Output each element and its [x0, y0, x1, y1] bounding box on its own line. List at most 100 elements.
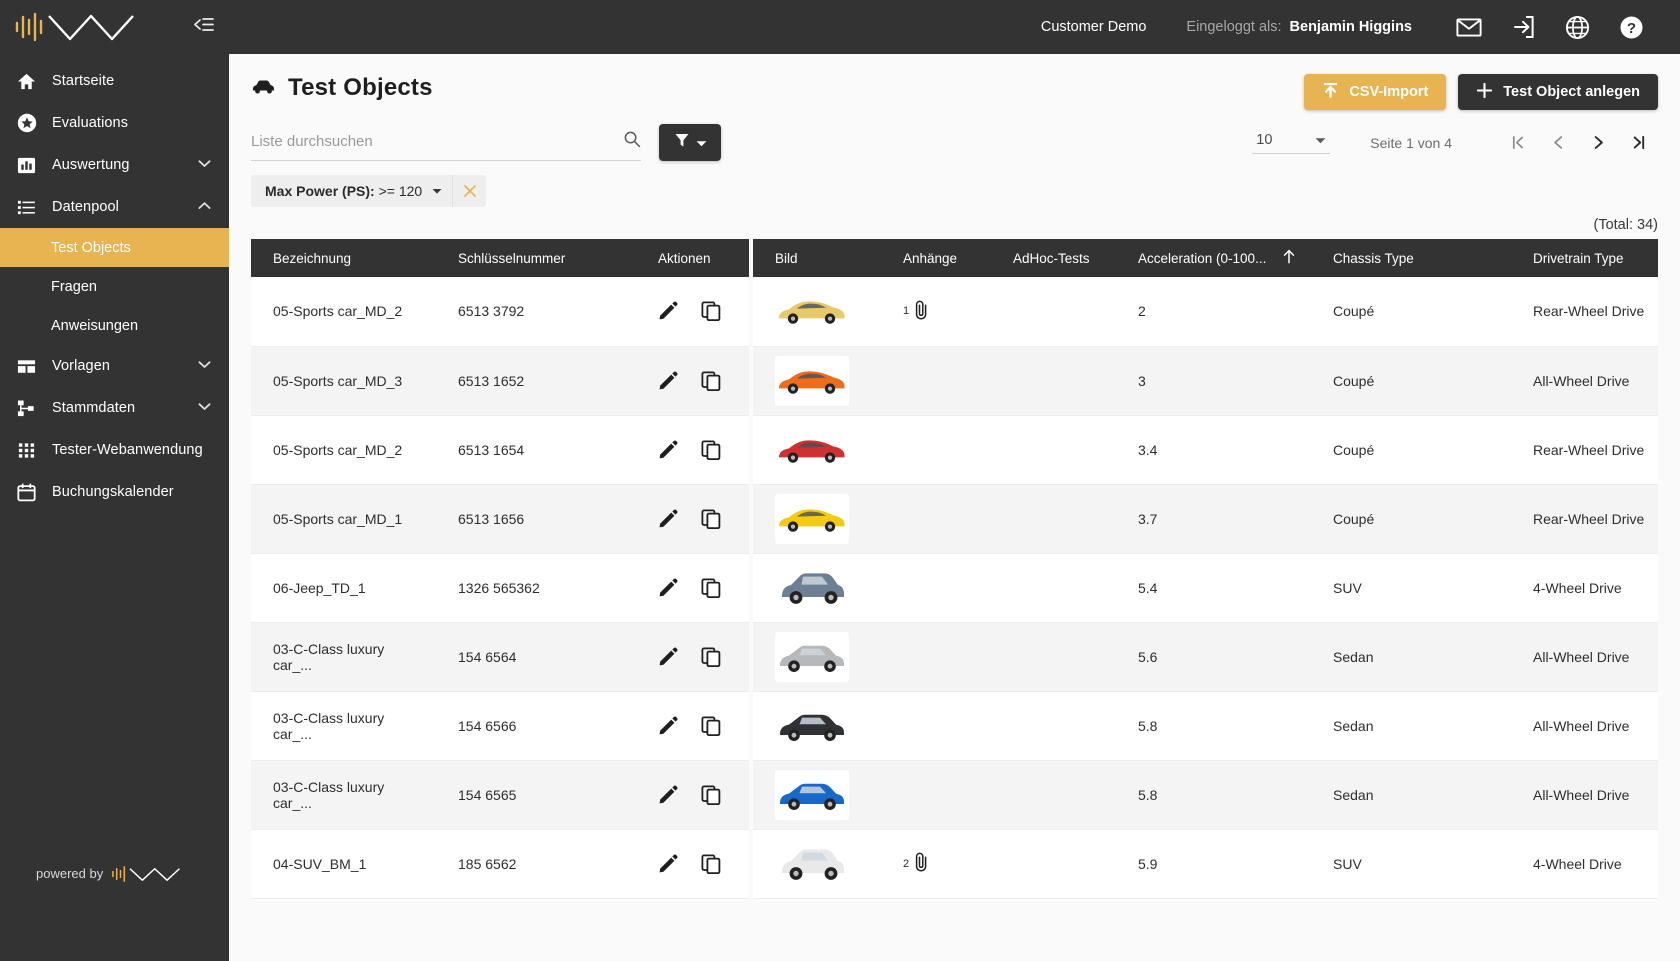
table-row[interactable]: 05-Sports car_MD_2 6513 1654 3.4 Coupé Rear-…	[251, 415, 1658, 485]
column-header-adhoc-tests: AdHoc-Tests	[991, 239, 1116, 277]
column-label: Bezeichnung	[273, 250, 352, 266]
sidebar-item-datenpool[interactable]: Datenpool	[0, 186, 229, 228]
main-content: Customer Demo Eingeloggt als: Benjamin H…	[229, 0, 1680, 961]
csv-import-button[interactable]: CSV-Import	[1304, 74, 1447, 110]
cell-schluesselnummer: 6513 1656	[436, 484, 636, 554]
mail-icon[interactable]	[1442, 0, 1496, 54]
chevron-down-icon	[198, 402, 211, 414]
edit-pencil-icon[interactable]	[658, 715, 678, 736]
cell-acceleration: 3.4	[1116, 415, 1311, 485]
table-row[interactable]: 05-Sports car_MD_2 6513 3792 1 2 Coupé Rear-W…	[251, 277, 1658, 347]
sidebar-item-fragen[interactable]: Fragen	[0, 267, 229, 306]
sidebar-item-auswertung[interactable]: Auswertung	[0, 144, 229, 186]
edit-pencil-icon[interactable]	[658, 508, 678, 529]
cell-aktionen	[636, 829, 751, 899]
copy-icon[interactable]	[701, 439, 721, 460]
sidebar-item-test-objects[interactable]: Test Objects	[0, 228, 229, 267]
cell-drivetrain-type: All-Wheel Drive	[1511, 760, 1658, 830]
remove-filter-button[interactable]	[452, 175, 486, 207]
table-row[interactable]: 03-C-Class luxury car_... 154 6566 5.8 Seda…	[251, 691, 1658, 761]
column-header-bezeichnung[interactable]: Bezeichnung	[251, 239, 436, 277]
bar-chart-icon	[16, 156, 37, 175]
copy-icon[interactable]	[701, 784, 721, 805]
cell-adhoc-tests	[991, 622, 1116, 692]
sidebar-item-startseite[interactable]: Startseite	[0, 60, 229, 102]
collapse-panel-icon[interactable]	[192, 15, 215, 39]
copy-icon[interactable]	[701, 577, 721, 598]
edit-pencil-icon[interactable]	[658, 439, 678, 460]
toolbar-left	[251, 124, 721, 161]
cell-chassis-type: SUV	[1311, 553, 1511, 623]
table-row[interactable]: 05-Sports car_MD_3 6513 1652 3 Coupé All-Whe…	[251, 346, 1658, 416]
copy-icon[interactable]	[701, 646, 721, 667]
sidebar-item-label: Stammdaten	[52, 400, 136, 416]
chevron-down-icon[interactable]	[430, 186, 452, 197]
test-objects-table: Bezeichnung Schlüsselnummer Aktionen Bil…	[229, 239, 1680, 961]
page-header: Test Objects CSV-Import Test Object anle…	[229, 54, 1680, 110]
copy-icon[interactable]	[701, 301, 721, 322]
edit-pencil-icon[interactable]	[658, 646, 678, 667]
column-header-aktionen: Aktionen	[636, 239, 751, 277]
powered-by-logo	[112, 866, 181, 882]
create-test-object-button[interactable]: Test Object anlegen	[1458, 74, 1658, 110]
prev-page-button[interactable]	[1538, 125, 1578, 161]
globe-icon[interactable]	[1550, 0, 1604, 54]
cell-adhoc-tests	[991, 553, 1116, 623]
cell-bild	[749, 484, 881, 554]
vehicle-thumbnail	[775, 355, 849, 406]
cell-acceleration: 5.9	[1116, 829, 1311, 899]
copy-icon[interactable]	[701, 370, 721, 391]
sidebar-item-buchungskalender[interactable]: Buchungskalender	[0, 471, 229, 513]
edit-pencil-icon[interactable]	[658, 577, 678, 598]
sidebar-item-evaluations[interactable]: Evaluations	[0, 102, 229, 144]
copy-icon[interactable]	[701, 853, 721, 874]
search-icon[interactable]	[623, 130, 641, 153]
next-page-button[interactable]	[1578, 125, 1618, 161]
cell-drivetrain-type: 4-Wheel Drive	[1511, 553, 1658, 623]
column-label: AdHoc-Tests	[1013, 250, 1090, 266]
search-input[interactable]	[251, 133, 623, 150]
table-row[interactable]: 06-Jeep_TD_1 1326 565362 5.4 SUV 4-Wheel Dri…	[251, 553, 1658, 623]
table-row[interactable]: 03-C-Class luxury car_... 154 6565 5.8 Seda…	[251, 760, 1658, 830]
first-page-button[interactable]	[1498, 125, 1538, 161]
list-icon	[16, 198, 37, 217]
column-header-drivetrain-type[interactable]: Drivetrain Type	[1511, 239, 1658, 277]
table-row[interactable]: 04-SUV_BM_1 185 6562 2 5.9 SUV 4-Wheel Drive	[251, 829, 1658, 899]
sidebar-nav: Startseite Evaluations Auswertung Datenp…	[0, 60, 229, 513]
search-field[interactable]	[251, 130, 641, 161]
cell-drivetrain-type: Rear-Wheel Drive	[1511, 484, 1658, 554]
edit-pencil-icon[interactable]	[658, 853, 678, 874]
edit-pencil-icon[interactable]	[658, 784, 678, 805]
sidebar-item-anweisungen[interactable]: Anweisungen	[0, 306, 229, 345]
logout-icon[interactable]	[1496, 0, 1550, 54]
cell-anhaenge: 1	[881, 277, 991, 347]
page-size-value: 10	[1256, 131, 1273, 148]
logged-in-label: Eingeloggt als:	[1186, 19, 1282, 35]
chevron-down-icon	[1315, 132, 1326, 148]
help-icon[interactable]: ?	[1604, 0, 1658, 54]
filter-button[interactable]	[659, 124, 721, 161]
cell-adhoc-tests	[991, 277, 1116, 347]
filter-chip[interactable]: Max Power (PS): >= 120	[251, 175, 487, 207]
powered-by: powered by	[36, 864, 188, 883]
last-page-button[interactable]	[1618, 125, 1658, 161]
table-row[interactable]: 05-Sports car_MD_1 6513 1656 3.7 Coupé Rear-…	[251, 484, 1658, 554]
page-size-select[interactable]: 10	[1252, 131, 1331, 154]
copy-icon[interactable]	[701, 508, 721, 529]
table-row[interactable]: 03-C-Class luxury car_... 154 6564 5.6 Seda…	[251, 622, 1658, 692]
cell-aktionen	[636, 346, 751, 416]
column-header-acceleration[interactable]: Acceleration (0-100...	[1116, 239, 1311, 277]
copy-icon[interactable]	[701, 715, 721, 736]
cell-anhaenge	[881, 484, 991, 554]
sidebar-item-vorlagen[interactable]: Vorlagen	[0, 345, 229, 387]
column-header-schluesselnummer[interactable]: Schlüsselnummer	[436, 239, 636, 277]
sidebar: Startseite Evaluations Auswertung Datenp…	[0, 0, 229, 961]
edit-pencil-icon[interactable]	[658, 370, 678, 391]
powered-by-label: powered by	[36, 866, 104, 881]
sidebar-item-stammdaten[interactable]: Stammdaten	[0, 387, 229, 429]
cell-adhoc-tests	[991, 415, 1116, 485]
total-count: (Total: 34)	[1593, 217, 1658, 233]
column-header-chassis-type[interactable]: Chassis Type	[1311, 239, 1511, 277]
edit-pencil-icon[interactable]	[658, 301, 678, 321]
sidebar-item-tester-webanwendung[interactable]: Tester-Webanwendung	[0, 429, 229, 471]
